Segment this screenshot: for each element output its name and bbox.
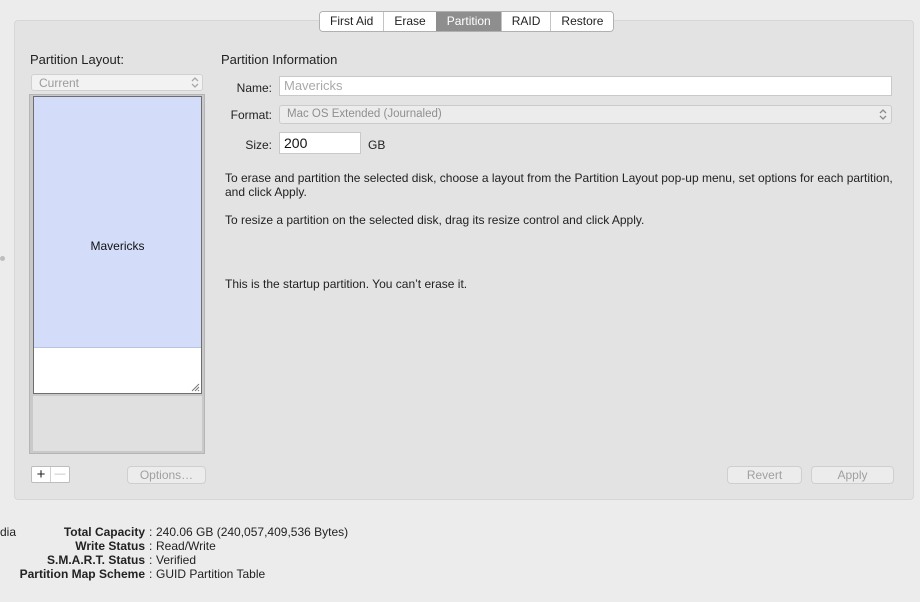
tab-erase[interactable]: Erase — [383, 12, 436, 31]
name-field[interactable]: Mavericks — [279, 76, 892, 96]
partition-layout-title: Partition Layout: — [30, 52, 124, 67]
tab-raid[interactable]: RAID — [500, 12, 551, 31]
chevron-updown-icon — [879, 109, 887, 120]
help-text-resize: To resize a partition on the selected di… — [225, 213, 645, 227]
chevron-updown-icon — [191, 77, 199, 88]
partition-layout-popup[interactable]: Current — [31, 74, 203, 91]
sidebar-splitter-handle[interactable] — [0, 256, 5, 261]
startup-partition-note: This is the startup partition. You can’t… — [225, 277, 468, 291]
tab-first-aid[interactable]: First Aid — [320, 12, 384, 31]
size-unit: GB — [368, 138, 386, 152]
disk-info-key: Total Capacity — [63, 525, 145, 539]
size-label: Size: — [245, 138, 272, 152]
disk-info-row: Partition Map Scheme : GUID Partition Ta… — [0, 567, 920, 581]
disk-info-separator: : — [149, 539, 153, 553]
format-popup-value: Mac OS Extended (Journaled) — [287, 108, 442, 120]
disk-info-row: Total Capacity : 240.06 GB (240,057,409,… — [0, 525, 920, 539]
disk-info-value: Read/Write — [156, 539, 216, 553]
format-label: Format: — [230, 108, 272, 122]
tab-restore[interactable]: Restore — [550, 12, 614, 31]
disk-info-separator: : — [149, 553, 153, 567]
disk-info-value: GUID Partition Table — [156, 567, 266, 581]
disk-info-separator: : — [149, 525, 153, 539]
size-field[interactable]: 200 — [279, 132, 361, 154]
format-popup[interactable]: Mac OS Extended (Journaled) — [279, 105, 892, 124]
partition-information-title: Partition Information — [221, 52, 338, 67]
help-text-partition: To erase and partition the selected disk… — [225, 171, 893, 199]
resize-grip-icon[interactable] — [190, 382, 200, 392]
partition-map-empty-area — [33, 396, 202, 451]
disk-info-value: Verified — [156, 553, 197, 567]
partition-block-mavericks[interactable]: Mavericks — [34, 97, 201, 348]
disk-info-row: S.M.A.R.T. Status : Verified — [0, 553, 920, 567]
disk-info-key: Partition Map Scheme — [19, 567, 145, 581]
tab-bar: First Aid Erase Partition RAID Restore — [319, 11, 615, 32]
disk-info-row: Write Status : Read/Write — [0, 539, 920, 553]
disk-info-value: 240.06 GB (240,057,409,536 Bytes) — [156, 525, 349, 539]
partition-layout-popup-value: Current — [39, 76, 80, 90]
apply-button[interactable]: Apply — [811, 466, 894, 484]
add-partition-button[interactable]: + — [32, 467, 50, 482]
partition-map: Mavericks — [33, 96, 202, 394]
revert-button[interactable]: Revert — [727, 466, 802, 484]
disk-info-separator: : — [149, 567, 153, 581]
tab-partition[interactable]: Partition — [435, 12, 501, 31]
disk-info-key: Write Status — [75, 539, 145, 553]
remove-partition-button[interactable]: — — [50, 467, 69, 482]
partition-block-label: Mavericks — [90, 239, 145, 253]
add-remove-group: + — — [31, 466, 70, 483]
name-label: Name: — [236, 81, 272, 95]
options-button[interactable]: Options… — [127, 466, 206, 484]
disk-info-key: S.M.A.R.T. Status — [46, 553, 145, 567]
